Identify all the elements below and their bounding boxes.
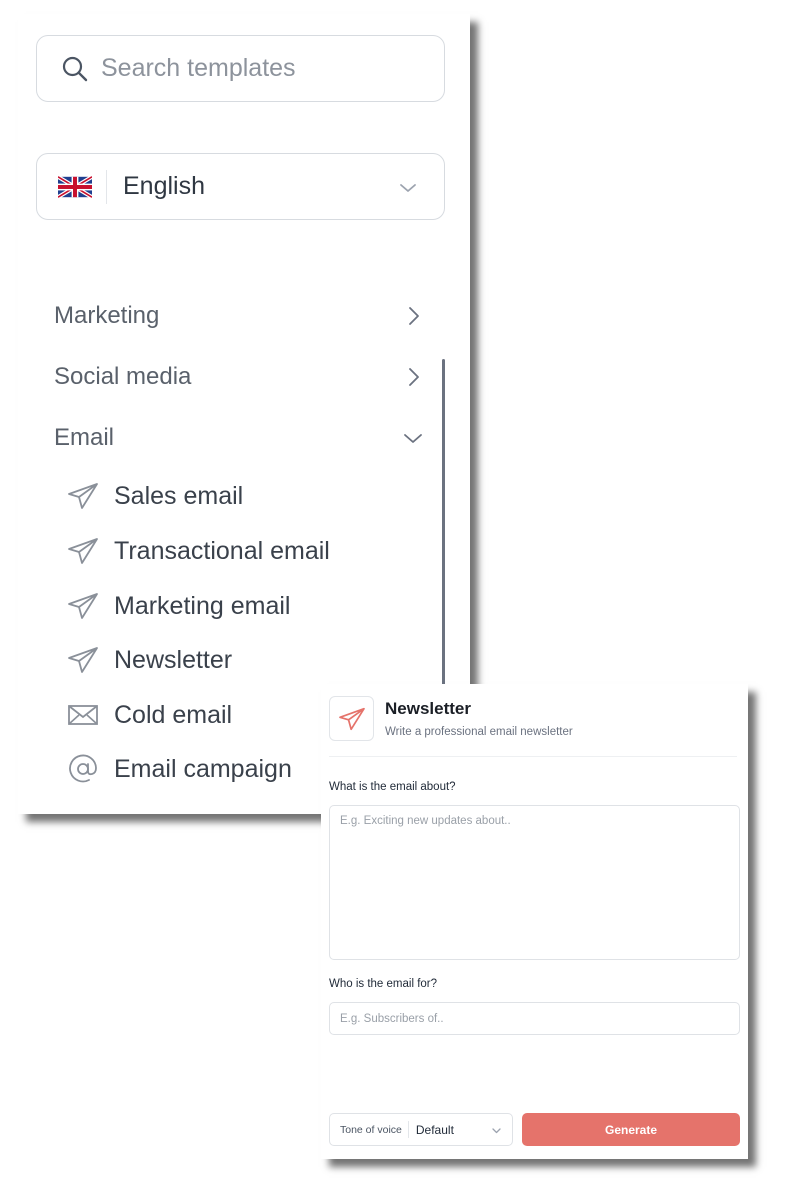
template-cold-email[interactable]: Cold email	[66, 696, 232, 734]
paper-plane-icon	[66, 645, 100, 675]
chevron-down-icon	[491, 1125, 502, 1136]
about-textarea[interactable]	[329, 805, 740, 960]
template-transactional-email[interactable]: Transactional email	[66, 532, 330, 570]
chevron-down-icon	[398, 178, 418, 198]
tone-value: Default	[415, 1122, 454, 1137]
search-box[interactable]	[36, 35, 445, 102]
category-email[interactable]: Email	[54, 418, 424, 458]
search-input[interactable]	[101, 54, 401, 83]
template-email-campaign[interactable]: Email campaign	[66, 750, 292, 788]
category-label: Email	[54, 424, 115, 451]
tone-label: Tone of voice	[340, 1123, 402, 1136]
search-icon	[61, 55, 89, 83]
header-divider	[329, 756, 737, 757]
language-select[interactable]: English	[36, 153, 445, 220]
template-label: Cold email	[114, 700, 233, 729]
at-sign-icon	[66, 754, 100, 784]
paper-plane-icon	[338, 707, 366, 731]
newsletter-form-panel: Newsletter Write a professional email ne…	[321, 684, 748, 1159]
template-label: Email campaign	[114, 754, 292, 783]
paper-plane-icon	[66, 591, 100, 621]
uk-flag-icon	[58, 175, 92, 198]
template-newsletter[interactable]: Newsletter	[66, 641, 232, 679]
chevron-down-icon	[402, 427, 424, 449]
template-label: Sales email	[114, 481, 244, 510]
about-label: What is the email about?	[329, 781, 456, 793]
audience-input[interactable]	[329, 1002, 740, 1035]
paper-plane-icon	[66, 481, 100, 511]
form-subtitle: Write a professional email newsletter	[385, 726, 573, 738]
form-title: Newsletter	[385, 699, 471, 718]
paper-plane-icon	[66, 536, 100, 566]
audience-label: Who is the email for?	[329, 978, 438, 990]
template-icon-box	[329, 696, 374, 741]
language-separator	[106, 169, 107, 204]
language-label: English	[123, 172, 205, 200]
template-label: Transactional email	[114, 536, 330, 565]
generate-button[interactable]: Generate	[522, 1113, 740, 1146]
template-marketing-email[interactable]: Marketing email	[66, 587, 290, 625]
tone-separator	[407, 1121, 409, 1138]
chevron-right-icon	[402, 366, 424, 388]
tone-select[interactable]: Tone of voice Default	[329, 1113, 513, 1146]
category-marketing[interactable]: Marketing	[54, 296, 424, 336]
template-label: Newsletter	[114, 645, 233, 674]
category-social-media[interactable]: Social media	[54, 357, 424, 397]
category-label: Social media	[54, 363, 192, 390]
chevron-right-icon	[402, 305, 424, 327]
category-label: Marketing	[54, 302, 160, 329]
template-label: Marketing email	[114, 591, 291, 620]
template-sales-email[interactable]: Sales email	[66, 477, 243, 515]
envelope-icon	[66, 700, 100, 730]
